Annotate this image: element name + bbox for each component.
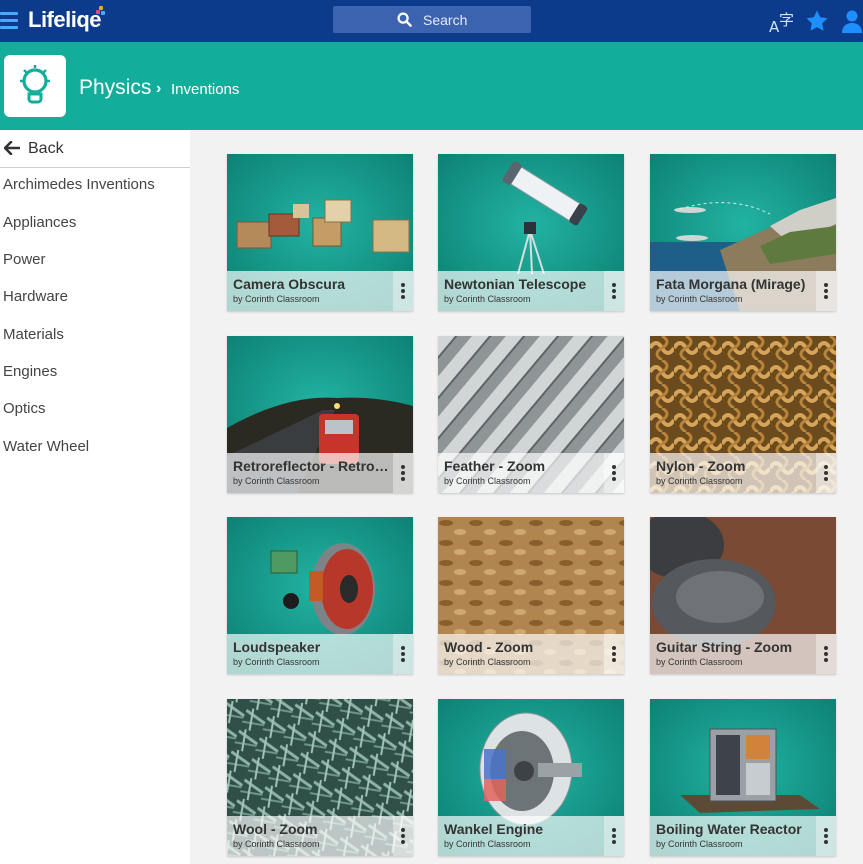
card-title: Camera Obscura <box>233 276 346 292</box>
sidebar-item-optics[interactable]: Optics <box>0 394 190 424</box>
sidebar-item-power[interactable]: Power <box>0 245 190 275</box>
sidebar-item-hardware[interactable]: Hardware <box>0 282 190 312</box>
back-button[interactable]: Back <box>0 130 190 168</box>
card-camera-obscura[interactable]: Camera Obscura by Corinth Classroom <box>227 154 413 311</box>
back-arrow-icon <box>4 141 20 155</box>
hamburger-menu-icon[interactable] <box>0 12 18 30</box>
top-bar: Lifeliqe Search A 字 <box>0 0 863 42</box>
card-title: Feather - Zoom <box>444 458 546 474</box>
card-boiling-water-reactor[interactable]: Boiling Water Reactor by Corinth Classro… <box>650 699 836 856</box>
more-vertical-icon[interactable] <box>604 453 624 493</box>
user-icon[interactable] <box>840 9 863 33</box>
search-icon <box>397 12 412 27</box>
more-vertical-icon[interactable] <box>393 816 413 856</box>
sidebar-item-materials[interactable]: Materials <box>0 320 190 350</box>
card-caption: Newtonian Telescope by Corinth Classroom <box>438 271 604 311</box>
card-newtonian-telescope[interactable]: Newtonian Telescope by Corinth Classroom <box>438 154 624 311</box>
card-caption: Loudspeaker by Corinth Classroom <box>227 634 393 674</box>
more-vertical-icon[interactable] <box>816 816 836 856</box>
card-wool-zoom[interactable]: Wool - Zoom by Corinth Classroom <box>227 699 413 856</box>
svg-text:字: 字 <box>779 11 794 29</box>
app-logo[interactable]: Lifeliqe <box>28 7 102 33</box>
card-author: by Corinth Classroom <box>656 476 743 486</box>
search-placeholder: Search <box>423 12 468 28</box>
breadcrumb-separator-icon: › <box>156 80 162 97</box>
star-icon[interactable] <box>804 9 830 33</box>
logo-accent-icon <box>96 6 105 15</box>
card-caption: Wankel Engine by Corinth Classroom <box>438 816 604 856</box>
card-author: by Corinth Classroom <box>656 657 743 667</box>
sidebar-item-water-wheel[interactable]: Water Wheel <box>0 432 190 462</box>
more-vertical-icon[interactable] <box>393 271 413 311</box>
more-vertical-icon[interactable] <box>604 271 624 311</box>
card-feather-zoom[interactable]: Feather - Zoom by Corinth Classroom <box>438 336 624 493</box>
card-title: Nylon - Zoom <box>656 458 746 474</box>
card-caption: Wool - Zoom by Corinth Classroom <box>227 816 393 856</box>
card-caption: Wood - Zoom by Corinth Classroom <box>438 634 604 674</box>
card-caption: Nylon - Zoom by Corinth Classroom <box>650 453 816 493</box>
card-caption: Guitar String - Zoom by Corinth Classroo… <box>650 634 816 674</box>
more-vertical-icon[interactable] <box>604 816 624 856</box>
card-author: by Corinth Classroom <box>656 839 743 849</box>
translate-icon[interactable]: A 字 <box>768 8 796 34</box>
card-title: Loudspeaker <box>233 639 321 655</box>
card-nylon-zoom[interactable]: Nylon - Zoom by Corinth Classroom <box>650 336 836 493</box>
card-title: Retroreflector - Retroreflector <box>233 458 390 474</box>
more-vertical-icon[interactable] <box>604 634 624 674</box>
card-title: Guitar String - Zoom <box>656 639 793 655</box>
card-fata-morgana[interactable]: Fata Morgana (Mirage) by Corinth Classro… <box>650 154 836 311</box>
subject-header: Physics › Inventions <box>0 42 863 130</box>
card-wankel-engine[interactable]: Wankel Engine by Corinth Classroom <box>438 699 624 856</box>
sidebar-item-engines[interactable]: Engines <box>0 357 190 387</box>
app-logo-text: Lifeliqe <box>28 7 102 32</box>
card-title: Newtonian Telescope <box>444 276 587 292</box>
breadcrumb-subject[interactable]: Physics <box>79 76 151 100</box>
card-caption: Feather - Zoom by Corinth Classroom <box>438 453 604 493</box>
more-vertical-icon[interactable] <box>393 634 413 674</box>
subject-icon-tile <box>4 55 66 117</box>
lightbulb-icon <box>20 65 50 104</box>
card-author: by Corinth Classroom <box>233 839 320 849</box>
sidebar-item-appliances[interactable]: Appliances <box>0 208 190 238</box>
card-author: by Corinth Classroom <box>656 294 743 304</box>
card-title: Fata Morgana (Mirage) <box>656 276 806 292</box>
card-retroreflector[interactable]: Retroreflector - Retroreflector by Corin… <box>227 336 413 493</box>
card-title: Boiling Water Reactor <box>656 821 802 837</box>
more-vertical-icon[interactable] <box>393 453 413 493</box>
more-vertical-icon[interactable] <box>816 634 836 674</box>
card-caption: Fata Morgana (Mirage) by Corinth Classro… <box>650 271 816 311</box>
card-author: by Corinth Classroom <box>444 657 531 667</box>
card-title: Wool - Zoom <box>233 821 318 837</box>
sidebar-item-archimedes-inventions[interactable]: Archimedes Inventions <box>0 170 190 200</box>
card-caption: Boiling Water Reactor by Corinth Classro… <box>650 816 816 856</box>
card-author: by Corinth Classroom <box>233 294 320 304</box>
card-title: Wankel Engine <box>444 821 544 837</box>
card-author: by Corinth Classroom <box>444 476 531 486</box>
card-author: by Corinth Classroom <box>233 476 320 486</box>
card-guitar-string-zoom[interactable]: Guitar String - Zoom by Corinth Classroo… <box>650 517 836 674</box>
card-author: by Corinth Classroom <box>444 294 531 304</box>
card-wood-zoom[interactable]: Wood - Zoom by Corinth Classroom <box>438 517 624 674</box>
card-author: by Corinth Classroom <box>444 839 531 849</box>
card-title: Wood - Zoom <box>444 639 534 655</box>
more-vertical-icon[interactable] <box>816 271 836 311</box>
search-input[interactable]: Search <box>333 6 531 33</box>
card-caption: Retroreflector - Retroreflector by Corin… <box>227 453 393 493</box>
card-author: by Corinth Classroom <box>233 657 320 667</box>
card-loudspeaker[interactable]: Loudspeaker by Corinth Classroom <box>227 517 413 674</box>
sidebar: Back Archimedes Inventions Appliances Po… <box>0 130 190 864</box>
card-caption: Camera Obscura by Corinth Classroom <box>227 271 393 311</box>
more-vertical-icon[interactable] <box>816 453 836 493</box>
back-label: Back <box>28 140 64 157</box>
breadcrumb-current: Inventions <box>171 81 240 98</box>
